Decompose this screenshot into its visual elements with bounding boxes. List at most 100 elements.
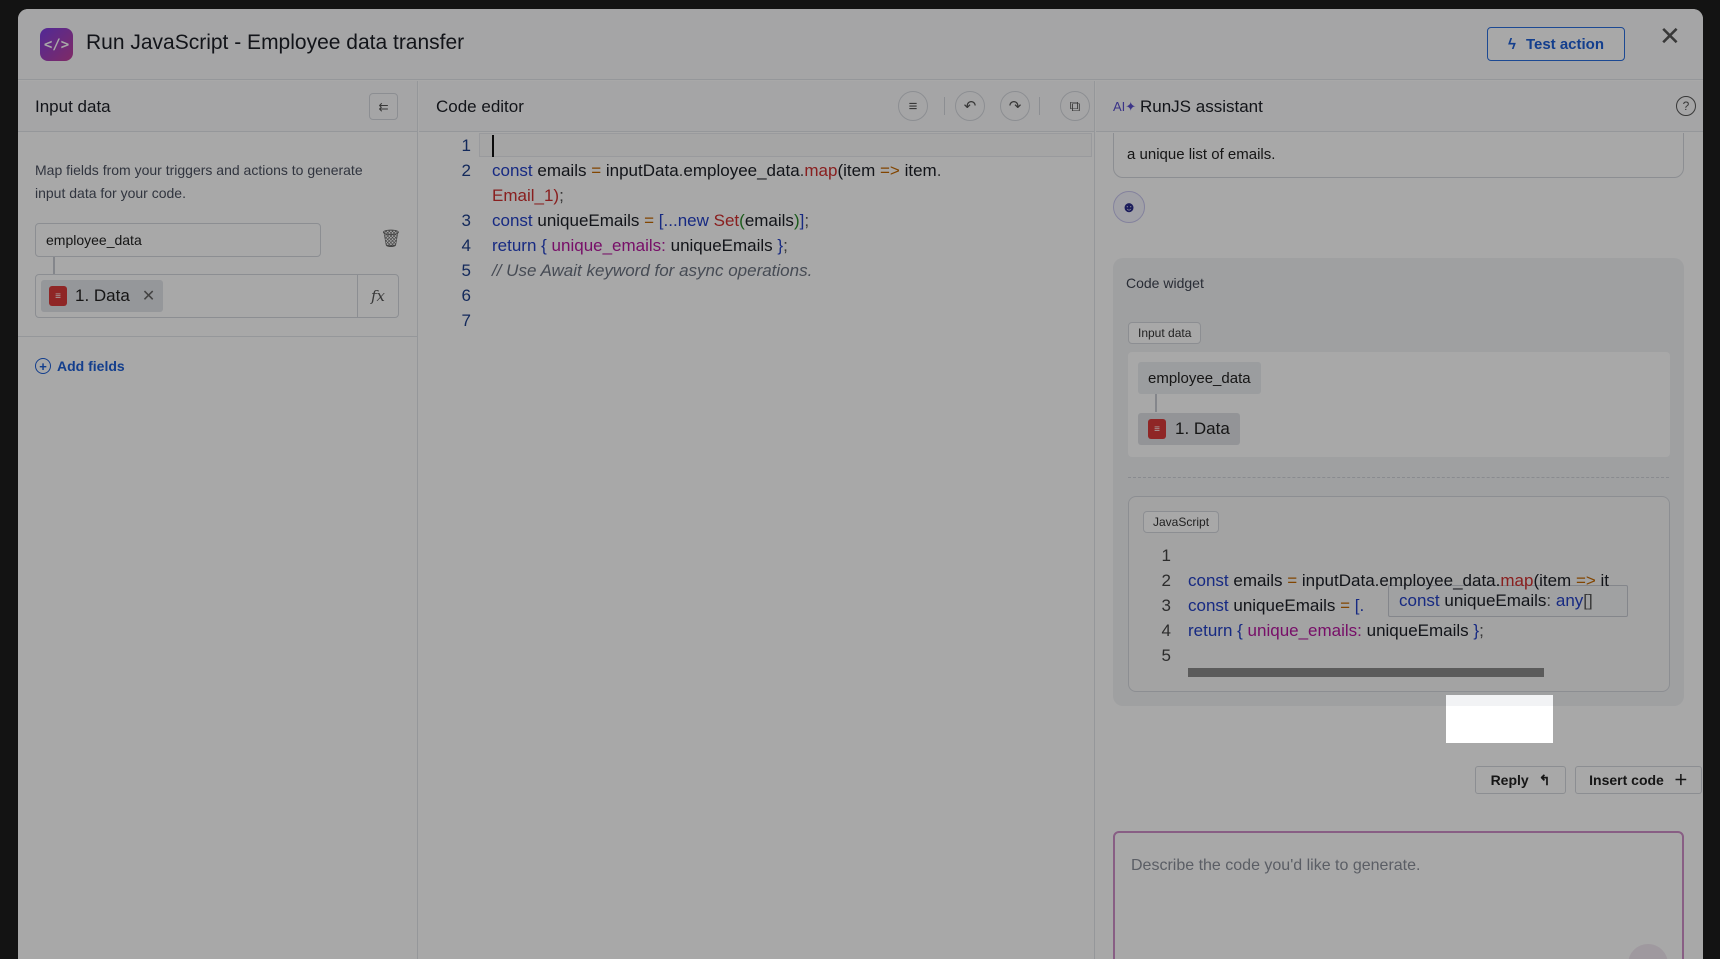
dashed-divider — [1128, 477, 1669, 478]
code-editor[interactable]: 1 2 const emails = inputData. employee_data… — [419, 133, 1094, 959]
code-token: (item — [837, 161, 880, 180]
formula-button[interactable]: fx — [357, 275, 398, 317]
copy-icon[interactable]: ⧉ — [1060, 91, 1090, 121]
text-cursor — [492, 135, 494, 157]
lightning-icon: ϟ — [1507, 35, 1516, 53]
collapse-panel-button[interactable]: ⇇ — [369, 93, 398, 120]
code-token: // Use Await keyword for async operation… — [492, 261, 813, 280]
field-name-chip: employee_data — [1138, 362, 1261, 394]
line-number: 6 — [461, 286, 471, 305]
code-token: ; — [1479, 621, 1484, 640]
code-token: map — [804, 161, 838, 180]
toolbar-divider — [1039, 97, 1040, 115]
panel-title: RunJS assistant — [1140, 97, 1263, 116]
code-token: emails — [537, 161, 592, 180]
widget-input-data: employee_data ≡ 1. Data — [1128, 352, 1670, 457]
database-icon: ≡ — [49, 286, 67, 306]
code-token: emails — [744, 211, 794, 230]
input-data-panel: Input data ⇇ Map fields from your trigge… — [18, 81, 418, 959]
field-value-input[interactable]: ≡ 1. Data ✕ fx — [35, 274, 399, 318]
code-token: emails — [1233, 571, 1288, 590]
divider — [18, 336, 417, 337]
code-token: uniqueEmails — [1233, 596, 1341, 615]
user-message: a unique list of emails. — [1113, 133, 1684, 178]
undo-icon[interactable]: ↶ — [955, 91, 985, 121]
format-icon[interactable]: ≡ — [898, 91, 928, 121]
code-token: . — [936, 161, 942, 180]
horizontal-scrollbar[interactable] — [1188, 668, 1544, 677]
help-icon[interactable]: ? — [1676, 96, 1696, 116]
code-token: return { — [492, 236, 552, 255]
code-token: it — [1600, 571, 1610, 590]
active-line — [479, 133, 1092, 157]
code-widget: Code widget Input data employee_data ≡ 1.… — [1113, 258, 1684, 706]
line-number: 5 — [1161, 646, 1171, 665]
code-token: Email_1) — [492, 186, 560, 205]
code-token: item — [904, 161, 937, 180]
plus-icon: ＋ — [1673, 772, 1688, 788]
remove-chip-icon[interactable]: ✕ — [142, 286, 155, 306]
code-token: = — [644, 211, 659, 230]
mapped-data-chip[interactable]: ≡ 1. Data ✕ — [41, 280, 164, 312]
database-icon: ≡ — [1148, 419, 1166, 439]
code-icon: </> — [40, 28, 73, 61]
code-line: const emails = inputData.employee_data.m… — [1188, 568, 1609, 593]
add-fields-label: Add fields — [57, 358, 125, 374]
code-token: inputData.employee_data. — [1301, 571, 1501, 590]
panel-title: Code editor — [436, 97, 524, 116]
mapped-data-chip: ≡ 1. Data — [1138, 413, 1240, 445]
reply-label: Reply — [1490, 772, 1529, 788]
language-tag: JavaScript — [1143, 511, 1220, 533]
tooltip-keyword: const — [1399, 591, 1445, 610]
input-data-tag: Input data — [1128, 322, 1202, 344]
reply-button[interactable]: Reply ↰ — [1475, 766, 1566, 794]
code-token: const — [1188, 571, 1234, 590]
tooltip-brackets: [] — [1583, 591, 1593, 610]
tooltip-name: uniqueEmails — [1444, 591, 1547, 610]
code-token: const — [492, 161, 538, 180]
code-token: ; — [804, 211, 810, 230]
code-token: (item — [1533, 571, 1576, 590]
line-number: 2 — [1161, 571, 1171, 590]
redo-icon[interactable]: ↷ — [1000, 91, 1030, 121]
close-icon[interactable]: ✕ — [1659, 23, 1681, 49]
send-arrow-icon[interactable]: → — [1628, 944, 1668, 959]
field-name-input[interactable]: employee_data — [35, 223, 321, 257]
tooltip-sep: : — [1546, 591, 1556, 610]
insert-code-button[interactable]: Insert code ＋ — [1575, 766, 1702, 794]
panel-title: Input data — [35, 97, 111, 116]
code-token: inputData — [605, 161, 679, 180]
bot-avatar-icon: ☻ — [1113, 191, 1145, 223]
modal-header: </> Run JavaScript - Employee data trans… — [18, 9, 1703, 80]
connector-line — [53, 257, 55, 275]
line-number: 4 — [1161, 621, 1171, 640]
code-token: = — [591, 161, 606, 180]
code-token: employee_data — [683, 161, 800, 180]
code-line: const emails = inputData.employee_data.m… — [492, 158, 941, 208]
prompt-input[interactable]: Describe the code you'd like to generate… — [1113, 831, 1684, 959]
line-number: 2 — [461, 161, 471, 180]
code-token: uniqueEmails — [537, 211, 645, 230]
trash-icon[interactable]: 🗑 — [380, 229, 402, 249]
code-line: // Use Await keyword for async operation… — [492, 258, 812, 283]
code-token: unique_emails: — [551, 236, 671, 255]
code-token: [. — [1354, 596, 1365, 615]
add-fields-button[interactable]: + Add fields — [35, 358, 125, 374]
javascript-code-block: JavaScript const uniqueEmails: any[] 12c… — [1128, 496, 1670, 692]
chip-label: 1. Data — [75, 286, 130, 305]
prompt-placeholder: Describe the code you'd like to generate… — [1131, 857, 1421, 874]
modal-title: Run JavaScript - Employee data transfer — [86, 31, 465, 54]
code-line: const uniqueEmails = [...new Set(emails)… — [492, 208, 809, 233]
input-description: Map fields from your triggers and action… — [35, 162, 363, 201]
code-token: uniqueEmails — [670, 236, 778, 255]
code-token: uniqueEmails — [1366, 621, 1474, 640]
test-action-button[interactable]: ϟ Test action — [1487, 27, 1625, 61]
code-token: => — [879, 161, 905, 180]
code-token: ; — [783, 236, 788, 255]
code-token: return { — [1188, 621, 1248, 640]
plus-circle-icon: + — [35, 358, 51, 374]
code-token: [...new — [658, 211, 714, 230]
assistant-chat: a unique list of emails. ☻ Code widget I… — [1096, 133, 1703, 959]
connector-line — [1155, 394, 1157, 412]
line-number: 1 — [461, 136, 471, 155]
